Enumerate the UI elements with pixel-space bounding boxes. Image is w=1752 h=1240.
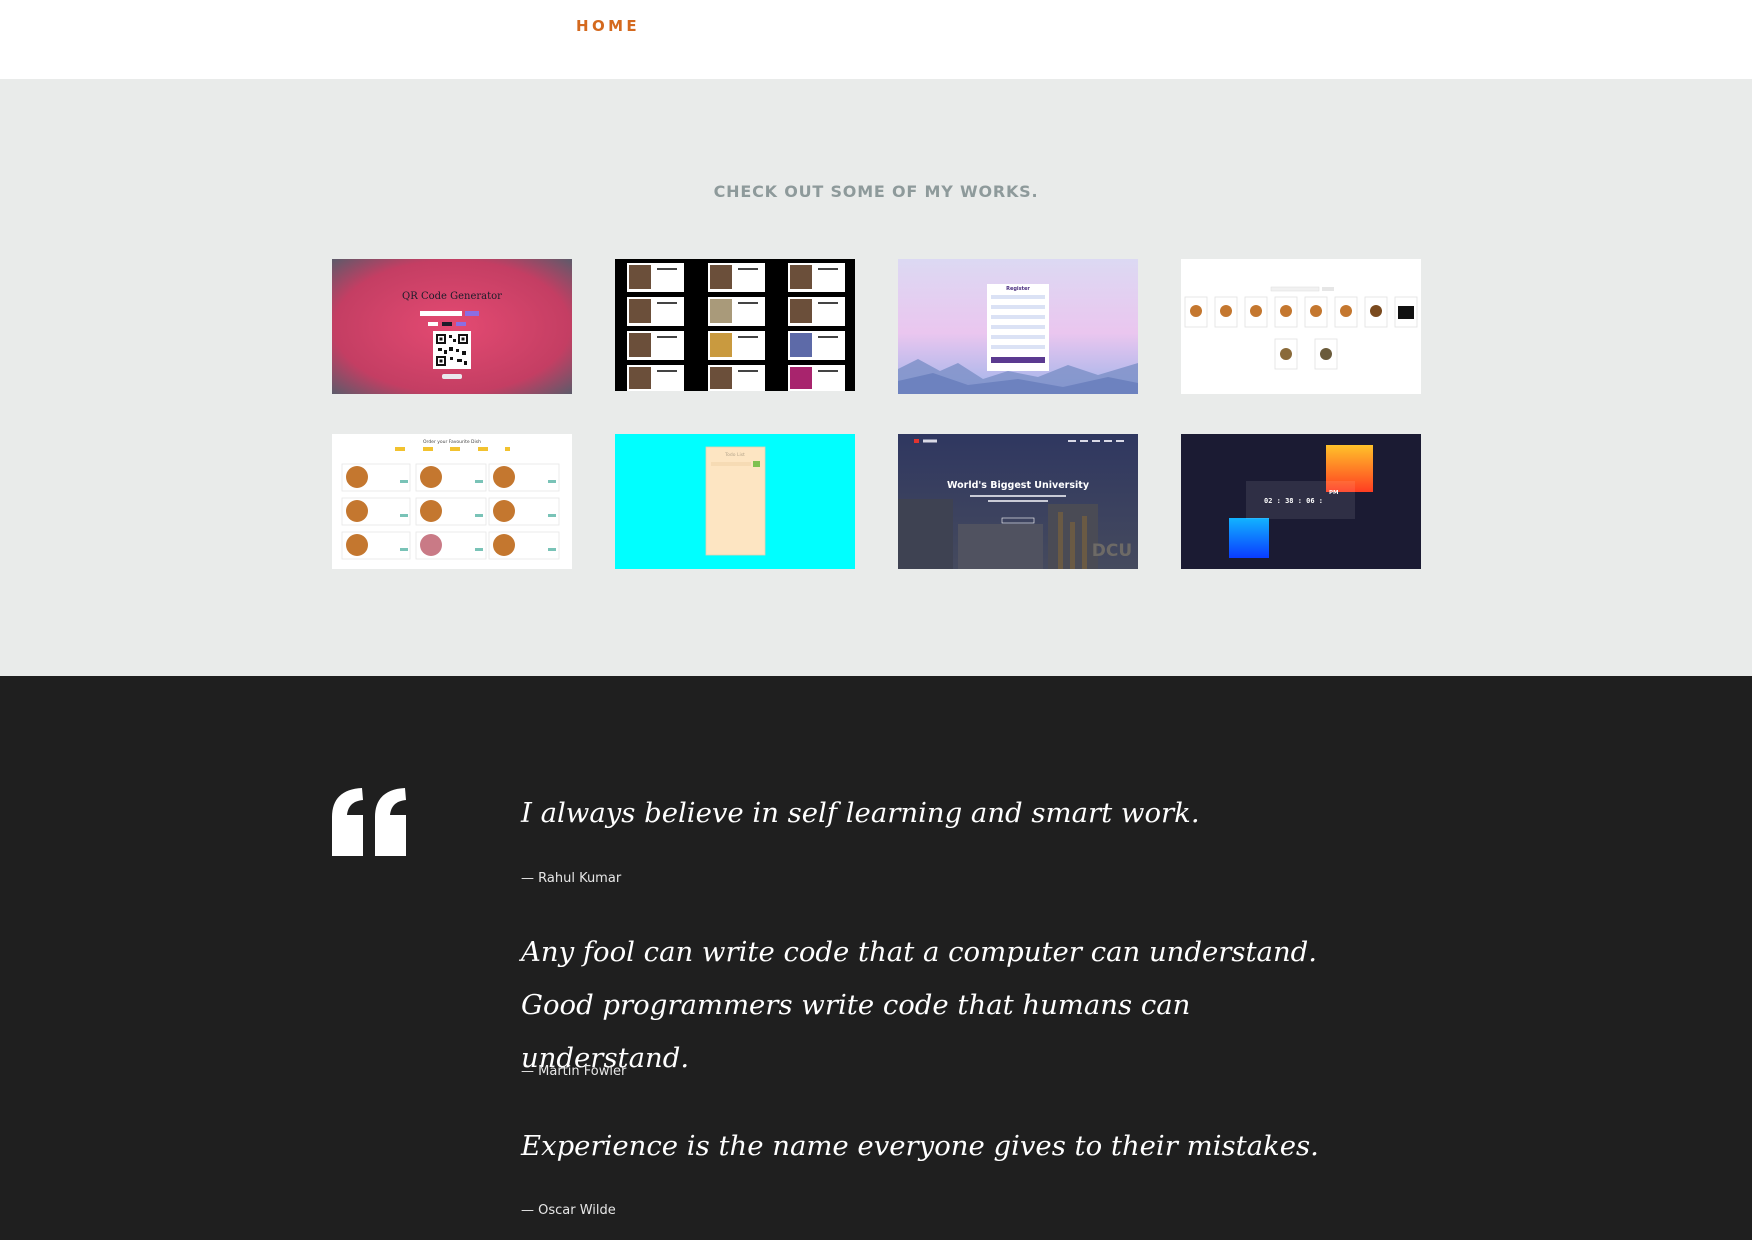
works-section: CHECK OUT SOME OF MY WORKS. QR Code Gene… <box>0 79 1752 676</box>
nav-home-link[interactable]: HOME <box>576 17 640 35</box>
countdown-clock-thumbnail: 02 : 38 : 06 : PM <box>1181 434 1421 569</box>
university-watermark: DCU <box>1092 541 1132 561</box>
register-title: Register <box>1006 286 1030 292</box>
github-profiles-thumbnail <box>615 259 855 391</box>
work-tile-food-gallery[interactable] <box>1181 259 1421 394</box>
work-tile-todo-list[interactable]: Todo List <box>615 434 855 569</box>
quote-author-3: — Oscar Wilde <box>521 1203 616 1218</box>
university-thumbnail: World's Biggest University DCU <box>898 434 1138 569</box>
qr-code-generator-thumbnail: QR Code Generator <box>332 259 572 394</box>
quote-author-1: — Rahul Kumar <box>521 871 622 886</box>
order-dish-title: Order your Favourite Dish <box>423 439 481 445</box>
qr-title: QR Code Generator <box>402 291 502 302</box>
works-title: CHECK OUT SOME OF MY WORKS. <box>713 182 1039 201</box>
register-form-thumbnail: Register <box>898 259 1138 394</box>
top-navigation: HOME <box>0 0 1752 79</box>
clock-display: 02 : 38 : 06 : <box>1264 497 1323 505</box>
order-dish-thumbnail: Order your Favourite Dish <box>332 434 572 569</box>
work-tile-github-profiles[interactable] <box>615 259 855 391</box>
quote-mark-icon <box>332 788 406 856</box>
quote-text-3: Experience is the name everyone gives to… <box>521 1130 1319 1162</box>
work-tile-university-landing[interactable]: World's Biggest University DCU <box>898 434 1138 569</box>
work-tile-register-form[interactable]: Register <box>898 259 1138 394</box>
todo-list-thumbnail: Todo List <box>615 434 855 569</box>
clock-meridiem: PM <box>1329 490 1339 496</box>
food-gallery-thumbnail <box>1181 259 1421 394</box>
university-heading: World's Biggest University <box>947 480 1090 491</box>
work-tile-countdown-clock[interactable]: 02 : 38 : 06 : PM <box>1181 434 1421 569</box>
todo-title: Todo List <box>724 452 745 458</box>
quote-author-2: — Martin Fowler <box>521 1064 627 1079</box>
quote-text-2: Any fool can write code that a computer … <box>521 936 1318 1074</box>
quote-text-1: I always believe in self learning and sm… <box>521 797 1200 829</box>
work-tile-qr-code-generator[interactable]: QR Code Generator <box>332 259 572 394</box>
quotes-section: I always believe in self learning and sm… <box>0 676 1752 1240</box>
work-tile-order-favourite-dish[interactable]: Order your Favourite Dish <box>332 434 572 569</box>
